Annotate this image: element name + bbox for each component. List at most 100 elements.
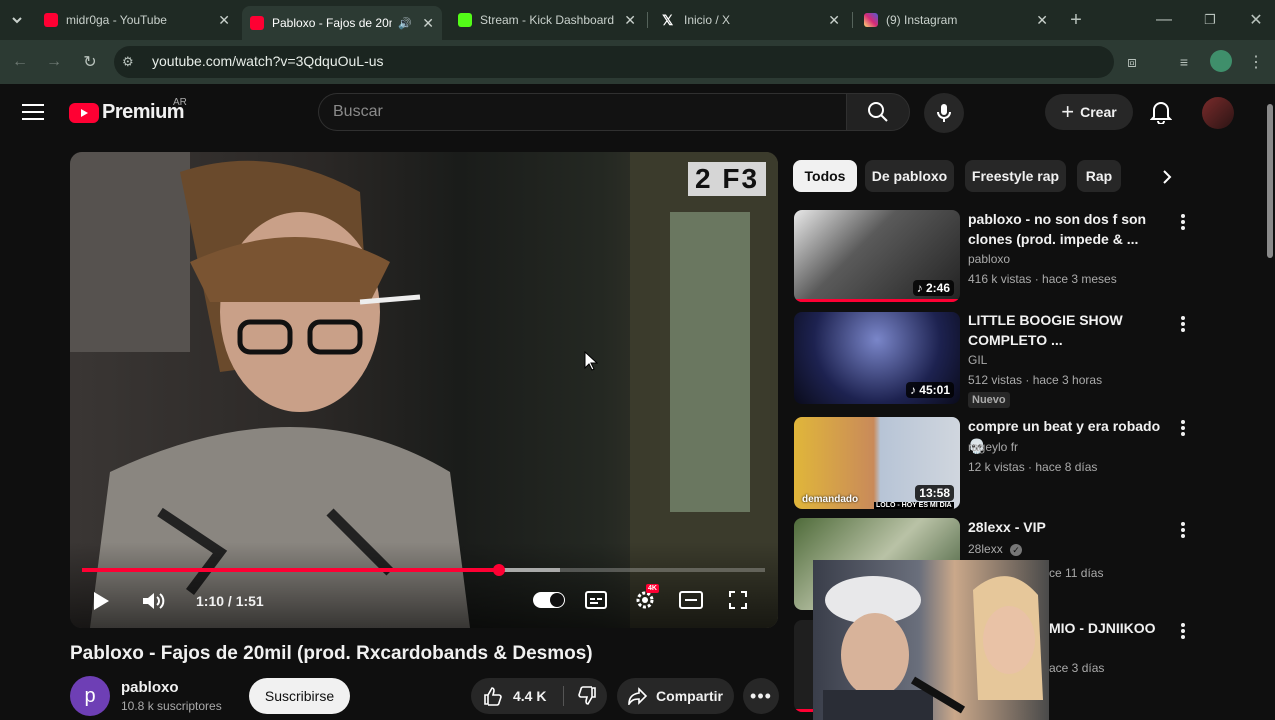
controls-gradient [70,542,778,628]
dislike-button[interactable] [568,678,606,714]
menu-kebab-icon[interactable]: ⋮ [1244,50,1268,74]
video-channel[interactable]: GIL [968,353,987,367]
audio-playing-icon[interactable]: 🔊 [398,17,412,30]
share-arrow-icon [628,687,648,705]
video-menu-icon[interactable] [1176,621,1190,641]
watched-progress-bar [794,299,960,302]
video-thumbnail[interactable]: demandado LOLO - HOY ES MI DIA 13:58 [794,417,960,509]
site-info-icon[interactable]: ⚙ [122,54,134,70]
media-control-icon[interactable]: ≡ [1172,50,1196,74]
time-display: 1:10 / 1:51 [196,593,264,609]
instagram-icon [864,13,878,27]
new-tab-button[interactable]: + [1064,8,1088,32]
url-text: youtube.com/watch?v=3QdquOuL-us [152,53,384,69]
close-tab-icon[interactable]: ✕ [218,12,230,29]
timeline-scrubber[interactable] [492,564,505,576]
notifications-bell-icon[interactable] [1149,100,1173,129]
create-button[interactable]: + Crear [1045,94,1133,130]
close-tab-icon[interactable]: ✕ [422,15,434,32]
fullscreen-button[interactable] [726,589,750,611]
close-tab-icon[interactable]: ✕ [828,12,840,29]
extensions-icon[interactable]: ⧈ [1120,50,1144,74]
verified-check-icon: ✓ [1010,544,1023,556]
video-meta: 512 vistas · hace 3 horas [968,373,1103,387]
forward-button[interactable]: → [42,50,66,74]
video-menu-icon[interactable] [1176,314,1190,334]
chip-rap[interactable]: Rap [1077,160,1121,192]
profile-avatar[interactable] [1210,50,1232,72]
kick-icon [458,13,472,27]
volume-button[interactable] [138,588,168,614]
channel-name[interactable]: pabloxo [121,679,179,696]
tab-kick[interactable]: Stream - Kick Dashboard ✕ [448,6,644,34]
video-title-line[interactable]: pabloxo - no son dos f son [968,209,1168,229]
like-button[interactable]: 4.4 K [471,678,563,714]
subtitles-icon [585,591,607,609]
video-title-line[interactable]: COMPLETO ... [968,330,1168,350]
tab-separator [852,12,853,28]
video-thumbnail[interactable]: ♪ 2:46 [794,210,960,302]
tab-x[interactable]: 𝕏 Inicio / X ✕ [652,6,848,34]
minimize-button[interactable]: — [1152,8,1176,32]
tab-instagram[interactable]: (9) Instagram ✕ [856,6,1056,34]
share-button[interactable]: Compartir [617,678,734,714]
voice-search-button[interactable] [924,93,964,133]
video-title-line[interactable]: MIO - DJNIIKOO [1049,620,1156,636]
fullscreen-icon [729,591,747,609]
microphone-icon [937,104,951,122]
subtitles-button[interactable] [584,590,608,610]
theater-mode-button[interactable] [679,590,703,610]
reload-button[interactable]: ↻ [78,50,102,74]
search-input[interactable] [318,93,846,131]
search-button[interactable] [846,93,910,131]
video-title-line[interactable]: clones (prod. impede & ... [968,229,1168,249]
tab-search-button[interactable] [5,8,29,32]
subscribe-button[interactable]: Suscribirse [249,678,350,714]
subscriber-count: 10.8 k suscriptores [121,699,222,713]
video-channel[interactable]: rageylo fr [968,440,1018,454]
webcam-overlay [813,560,1049,720]
tab-pabloxo[interactable]: Pabloxo - Fajos de 20mi 🔊 ✕ [242,6,442,40]
video-watermark: 2 F3 [688,162,766,196]
video-channel[interactable]: 28lexx ✓ [968,542,1023,556]
channel-avatar[interactable]: p [70,676,110,716]
browser-tab-bar: midr0ga - YouTube ✕ Pabloxo - Fajos de 2… [0,0,1275,40]
video-menu-icon[interactable] [1176,520,1190,540]
restore-button[interactable]: ❐ [1198,8,1222,32]
play-icon [94,592,109,610]
toggle-knob [550,593,564,607]
close-window-button[interactable]: ✕ [1244,8,1268,32]
autoplay-toggle[interactable] [532,590,566,610]
chevron-right-icon [1163,170,1172,184]
video-meta: ce 11 días [1049,566,1104,580]
mouse-cursor-icon [584,350,599,376]
video-menu-icon[interactable] [1176,418,1190,438]
back-button[interactable]: ← [8,50,32,74]
video-title-line[interactable]: LITTLE BOOGIE SHOW [968,310,1168,330]
tab-separator [647,12,648,28]
video-channel[interactable]: pabloxo [968,252,1010,266]
chip-de-pabloxo[interactable]: De pabloxo [865,160,954,192]
logo-text[interactable]: Premium [102,101,185,124]
chip-todos[interactable]: Todos [793,160,857,192]
video-title-line[interactable]: 28lexx - VIP [968,517,1168,537]
youtube-icon [44,13,58,27]
quality-badge: 4K [646,584,659,593]
account-avatar[interactable] [1202,97,1234,129]
video-player[interactable]: 2 F3 [70,152,778,628]
settings-button[interactable]: 4K [632,584,659,612]
youtube-logo-icon[interactable] [69,103,99,123]
hamburger-menu-icon[interactable] [22,104,44,120]
play-button[interactable] [88,588,114,614]
video-thumbnail[interactable]: ♪ 45:01 [794,312,960,404]
more-actions-button[interactable]: ••• [743,678,779,714]
page-scrollbar-thumb[interactable] [1267,104,1273,258]
chips-next-button[interactable] [1152,162,1182,192]
chip-freestyle-rap[interactable]: Freestyle rap [965,160,1066,192]
tab-midr0ga[interactable]: midr0ga - YouTube ✕ [36,6,238,34]
video-title: Pabloxo - Fajos de 20mil (prod. Rxcardob… [70,643,593,664]
close-tab-icon[interactable]: ✕ [1036,12,1048,29]
close-tab-icon[interactable]: ✕ [624,12,636,29]
video-menu-icon[interactable] [1176,212,1190,232]
youtube-icon [250,16,264,30]
